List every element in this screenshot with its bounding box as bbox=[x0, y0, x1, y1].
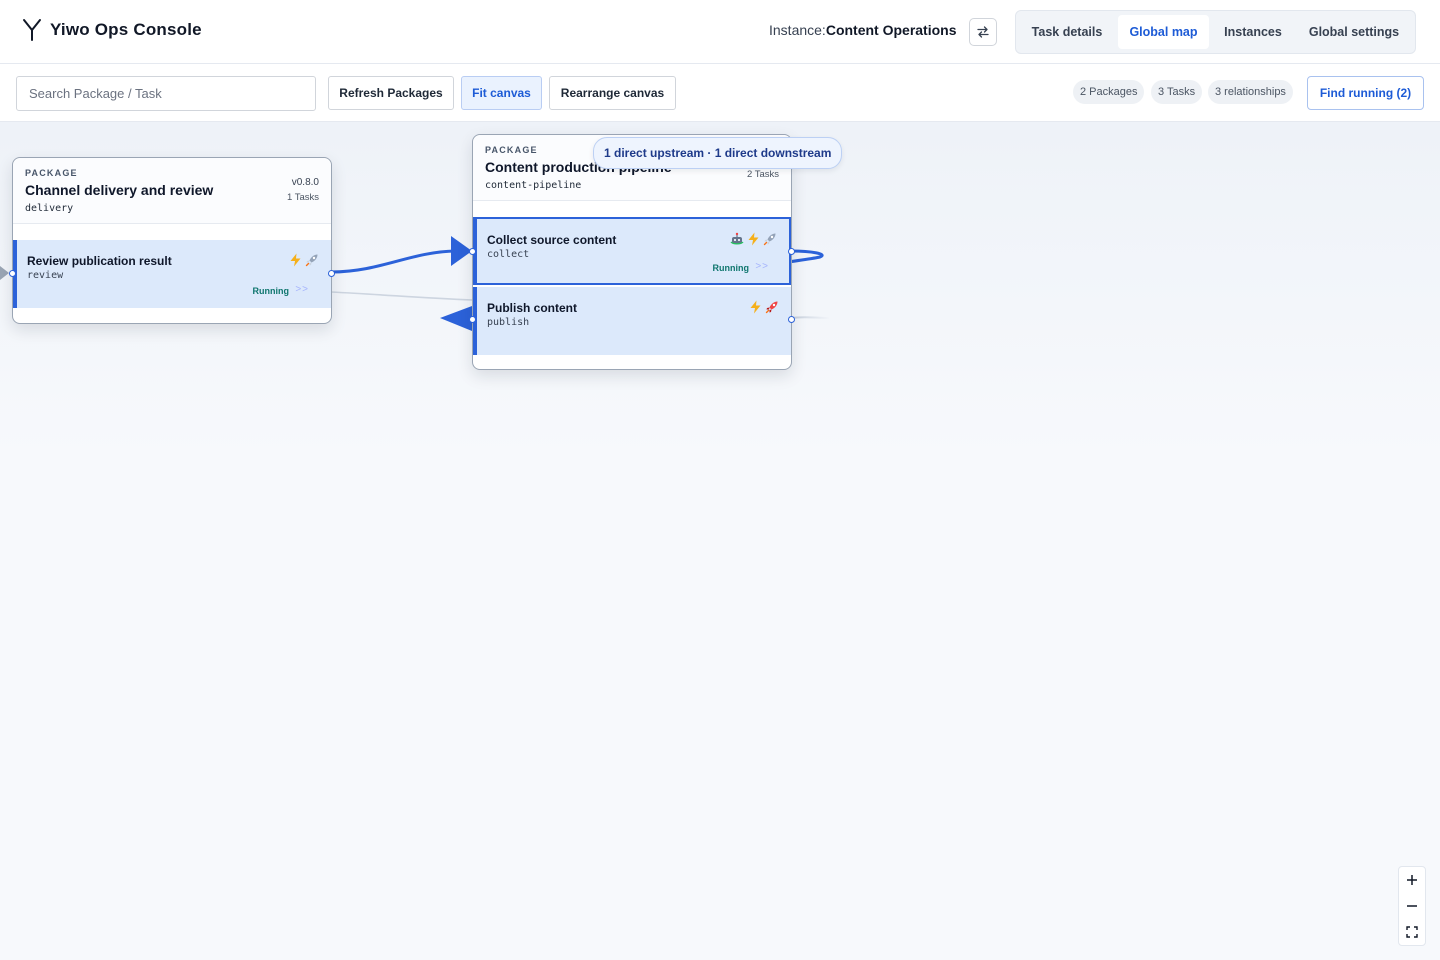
package-kind-label: PACKAGE bbox=[485, 145, 538, 155]
task-id: collect bbox=[487, 249, 530, 260]
bolt-icon bbox=[290, 253, 301, 267]
package-card-delivery[interactable]: PACKAGE Channel delivery and review deli… bbox=[9, 157, 335, 324]
zoom-in-button[interactable] bbox=[1399, 867, 1425, 893]
task-status-badge: Running bbox=[712, 263, 750, 273]
task-id: review bbox=[27, 270, 64, 281]
tab-task-details[interactable]: Task details bbox=[1020, 15, 1114, 49]
fit-canvas-button[interactable]: Fit canvas bbox=[461, 76, 542, 110]
robot-icon bbox=[730, 232, 744, 245]
task-input-port[interactable] bbox=[469, 316, 476, 323]
zoom-out-button[interactable] bbox=[1399, 893, 1425, 919]
package-card-content-pipeline[interactable]: PACKAGE Content production pipeline cont… bbox=[469, 134, 795, 370]
tab-global-settings[interactable]: Global settings bbox=[1297, 15, 1411, 49]
instance-label: Instance: bbox=[769, 22, 826, 38]
plus-icon bbox=[1407, 875, 1417, 885]
task-card-review[interactable]: Review publication result review Running… bbox=[13, 240, 331, 308]
task-output-port[interactable] bbox=[328, 270, 335, 277]
relationships-count-badge: 3 relationships bbox=[1208, 80, 1293, 104]
switch-instance-button[interactable] bbox=[969, 18, 997, 46]
task-output-port[interactable] bbox=[788, 248, 795, 255]
bolt-icon bbox=[748, 232, 759, 246]
rocket-icon bbox=[765, 301, 778, 314]
bolt-icon bbox=[750, 300, 761, 314]
minus-icon bbox=[1407, 905, 1417, 907]
task-icons bbox=[289, 253, 319, 267]
tab-instances[interactable]: Instances bbox=[1213, 15, 1293, 49]
tab-global-map[interactable]: Global map bbox=[1118, 15, 1209, 49]
rocket-icon bbox=[763, 233, 776, 246]
search-input[interactable] bbox=[16, 76, 316, 111]
task-input-port[interactable] bbox=[469, 248, 476, 255]
app-title: Yiwo Ops Console bbox=[50, 20, 202, 39]
task-name: Review publication result bbox=[27, 254, 172, 268]
task-id: publish bbox=[487, 317, 530, 328]
task-card-publish[interactable]: Publish content publish bbox=[473, 287, 791, 355]
task-name: Collect source content bbox=[487, 233, 617, 247]
relationship-tooltip: 1 direct upstream · 1 direct downstream bbox=[593, 137, 843, 169]
package-version: v0.8.0 bbox=[291, 177, 319, 188]
task-icons bbox=[749, 300, 779, 314]
package-name: Channel delivery and review bbox=[25, 182, 214, 198]
task-icons bbox=[730, 232, 777, 246]
task-card-collect[interactable]: Collect source content collect Running >… bbox=[473, 217, 791, 285]
rocket-icon bbox=[305, 254, 318, 267]
refresh-packages-button[interactable]: Refresh Packages bbox=[328, 76, 454, 110]
find-running-button[interactable]: Find running (2) bbox=[1307, 76, 1424, 110]
rearrange-canvas-button[interactable]: Rearrange canvas bbox=[549, 76, 676, 110]
package-task-count: 2 Tasks bbox=[746, 169, 779, 180]
main-nav: Task details Global map Instances Global… bbox=[1015, 10, 1416, 54]
task-name: Publish content bbox=[487, 301, 577, 315]
task-input-port[interactable] bbox=[9, 270, 16, 277]
package-task-count: 1 Tasks bbox=[286, 192, 319, 203]
task-output-port[interactable] bbox=[788, 316, 795, 323]
toolbar: Refresh Packages Fit canvas Rearrange ca… bbox=[0, 64, 1440, 122]
package-kind-label: PACKAGE bbox=[25, 168, 78, 178]
yiwo-logo-icon bbox=[23, 19, 41, 41]
running-indicator-icon: >> bbox=[295, 284, 309, 295]
package-id: delivery bbox=[25, 203, 74, 214]
fullscreen-icon bbox=[1406, 926, 1418, 938]
running-indicator-icon: >> bbox=[755, 261, 769, 272]
swap-arrows-icon bbox=[977, 26, 989, 38]
app-header: Yiwo Ops Console Instance:Content Operat… bbox=[0, 0, 1440, 64]
tasks-count-badge: 3 Tasks bbox=[1151, 80, 1203, 104]
fit-view-button[interactable] bbox=[1399, 919, 1425, 945]
task-status-badge: Running bbox=[252, 286, 290, 296]
packages-count-badge: 2 Packages bbox=[1073, 80, 1145, 104]
package-header: PACKAGE Channel delivery and review deli… bbox=[13, 158, 331, 224]
instance-indicator: Instance:Content Operations bbox=[769, 22, 957, 38]
instance-name: Content Operations bbox=[825, 22, 957, 38]
package-id: content-pipeline bbox=[485, 180, 582, 191]
zoom-controls bbox=[1398, 866, 1426, 946]
